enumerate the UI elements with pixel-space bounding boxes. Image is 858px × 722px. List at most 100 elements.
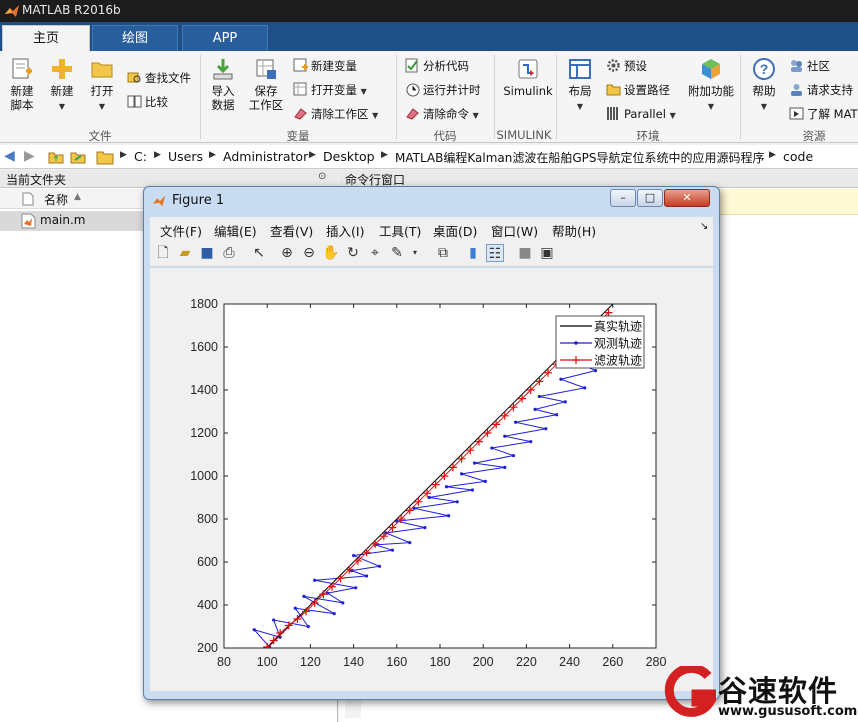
title-bar: MATLAB R2016b <box>0 0 858 22</box>
menu-window[interactable]: 窗口(W) <box>491 221 538 240</box>
rotate-3d-icon[interactable]: ↻ <box>344 244 362 262</box>
open-button[interactable]: 打开 ▼ <box>86 57 118 114</box>
open-variable-button[interactable]: 打开变量 ▼ <box>293 81 367 99</box>
brush-icon[interactable]: ✎ <box>388 244 406 262</box>
learn-matlab-button[interactable]: 了解 MAT <box>789 105 858 123</box>
community-label: 社区 <box>807 59 830 73</box>
menu-tools[interactable]: 工具(T) <box>379 221 421 240</box>
request-support-button[interactable]: 请求支持 <box>789 81 853 99</box>
back-arrow-icon[interactable]: ◀ <box>4 148 15 164</box>
analyze-code-button[interactable]: 分析代码 <box>405 57 469 75</box>
panel-menu-icon[interactable]: ⊙ <box>318 171 326 182</box>
figure-window[interactable]: Figure 1 – □ ✕ 文件(F) 编辑(E) 查看(V) 插入(I) 工… <box>143 186 720 700</box>
new-button[interactable]: 新建 ▼ <box>46 57 78 114</box>
menu-file[interactable]: 文件(F) <box>160 221 202 240</box>
chevron-down-icon[interactable]: ▾ <box>406 244 424 262</box>
new-variable-label: 新建变量 <box>311 59 357 73</box>
new-script-button[interactable]: 新建 脚本 <box>6 57 38 112</box>
help-button[interactable]: ? 帮助 ▼ <box>748 57 780 114</box>
pointer-icon[interactable]: ↖ <box>250 244 268 262</box>
brand-logo-icon <box>664 666 716 717</box>
layout-label: 布局 <box>568 84 592 98</box>
minimize-button[interactable]: – <box>610 189 636 207</box>
pan-hand-icon[interactable]: ✋ <box>322 244 340 262</box>
forward-arrow-icon[interactable]: ▶ <box>24 148 35 164</box>
tab-bar: 主页 绘图 APP <box>0 22 858 51</box>
zoom-in-icon[interactable]: ⊕ <box>278 244 296 262</box>
menu-insert[interactable]: 插入(I) <box>326 221 364 240</box>
breadcrumb-item[interactable]: Administrator <box>223 149 308 164</box>
breadcrumb-item[interactable]: Users <box>168 149 203 164</box>
x-tick-label: 140 <box>343 655 364 669</box>
run-and-time-button[interactable]: 运行并计时 <box>405 81 481 99</box>
import-label: 导入 数据 <box>211 84 235 112</box>
clear-commands-button[interactable]: 清除命令 ▼ <box>405 105 479 123</box>
parallel-button[interactable]: Parallel ▼ <box>606 105 676 123</box>
breadcrumb-item[interactable]: Desktop <box>323 149 375 164</box>
observed-point <box>408 541 412 545</box>
tab-plots[interactable]: 绘图 <box>92 25 178 51</box>
print-icon[interactable]: ⎙ <box>220 244 238 262</box>
menu-edit[interactable]: 编辑(E) <box>214 221 257 240</box>
breadcrumb-separator: ▶ <box>154 150 161 160</box>
menu-desktop[interactable]: 桌面(D) <box>433 221 477 240</box>
link-plot-icon[interactable]: ⧉ <box>434 244 452 262</box>
maximize-button[interactable]: □ <box>637 189 663 207</box>
data-cursor-icon[interactable]: ⌖ <box>366 244 384 262</box>
chevron-down-icon: ▼ <box>576 102 584 111</box>
dock-icon[interactable]: ↘ <box>700 221 708 232</box>
chevron-down-icon: ▼ <box>360 87 367 96</box>
current-folder-title: 当前文件夹 <box>6 173 67 187</box>
breadcrumb-separator: ▶ <box>120 150 127 160</box>
open-file-icon[interactable]: ▰ <box>176 244 194 262</box>
zoom-out-icon[interactable]: ⊖ <box>300 244 318 262</box>
folder-up-icon[interactable] <box>48 149 64 165</box>
observed-point <box>511 453 516 458</box>
add-ons-button[interactable]: 附加功能 ▼ <box>688 57 734 114</box>
import-data-button[interactable]: 导入 数据 <box>207 57 239 112</box>
folder-open-icon <box>91 62 113 78</box>
menu-view[interactable]: 查看(V) <box>270 221 313 240</box>
close-button[interactable]: ✕ <box>664 189 710 207</box>
tab-apps[interactable]: APP <box>182 25 268 51</box>
find-files-button[interactable]: 查找文件 <box>127 69 191 87</box>
simulink-button[interactable]: Simulink <box>500 57 556 98</box>
save-workspace-button[interactable]: 保存 工作区 <box>246 57 286 112</box>
run-and-time-label: 运行并计时 <box>423 83 481 97</box>
new-figure-icon[interactable]: 🗋 <box>154 244 172 262</box>
observed-point <box>533 407 537 411</box>
preferences-button[interactable]: 预设 <box>606 57 647 75</box>
group-label-resources: 资源 <box>802 129 826 143</box>
trajectory-plot[interactable]: 80 100 120 140 160 180 200 220 240 260 28020040060… <box>150 268 713 691</box>
tab-home[interactable]: 主页 <box>2 25 90 51</box>
browse-folder-icon[interactable] <box>70 149 86 165</box>
set-path-button[interactable]: 设置路径 <box>606 81 670 99</box>
breadcrumb-item[interactable]: C: <box>134 149 147 164</box>
save-workspace-label: 保存 工作区 <box>248 84 284 112</box>
save-icon[interactable]: ■ <box>198 244 216 262</box>
group-label-code: 代码 <box>433 129 457 143</box>
simulink-label: Simulink <box>503 84 553 98</box>
chevron-down-icon: ▼ <box>372 111 379 120</box>
chevron-down-icon: ▼ <box>58 102 66 111</box>
breadcrumb-item[interactable]: code <box>783 149 813 164</box>
observed-point <box>444 485 449 489</box>
show-plot-tools-icon[interactable]: ▣ <box>538 244 556 262</box>
colorbar-icon[interactable]: ▮ <box>464 244 482 262</box>
breadcrumb-item[interactable]: MATLAB编程Kalman滤波在船舶GPS导航定位系统中的应用源码程序 <box>395 149 765 166</box>
hide-plot-tools-icon[interactable]: ■ <box>516 244 534 262</box>
clear-commands-label: 清除命令 <box>423 107 469 121</box>
chevron-down-icon: ▼ <box>707 102 715 111</box>
community-button[interactable]: 社区 <box>789 57 830 75</box>
new-variable-button[interactable]: 新建变量 <box>293 57 357 75</box>
observed-point <box>447 514 451 518</box>
observed-point <box>559 377 563 381</box>
legend-icon[interactable]: ☷ <box>486 244 504 262</box>
folder-icon <box>606 84 621 96</box>
compare-button[interactable]: 比较 <box>127 93 168 111</box>
clear-workspace-button[interactable]: 清除工作区 ▼ <box>293 105 378 123</box>
matlab-file-icon <box>21 213 36 229</box>
find-files-icon <box>127 72 141 83</box>
menu-help[interactable]: 帮助(H) <box>552 221 596 240</box>
layout-button[interactable]: 布局 ▼ <box>564 57 596 114</box>
